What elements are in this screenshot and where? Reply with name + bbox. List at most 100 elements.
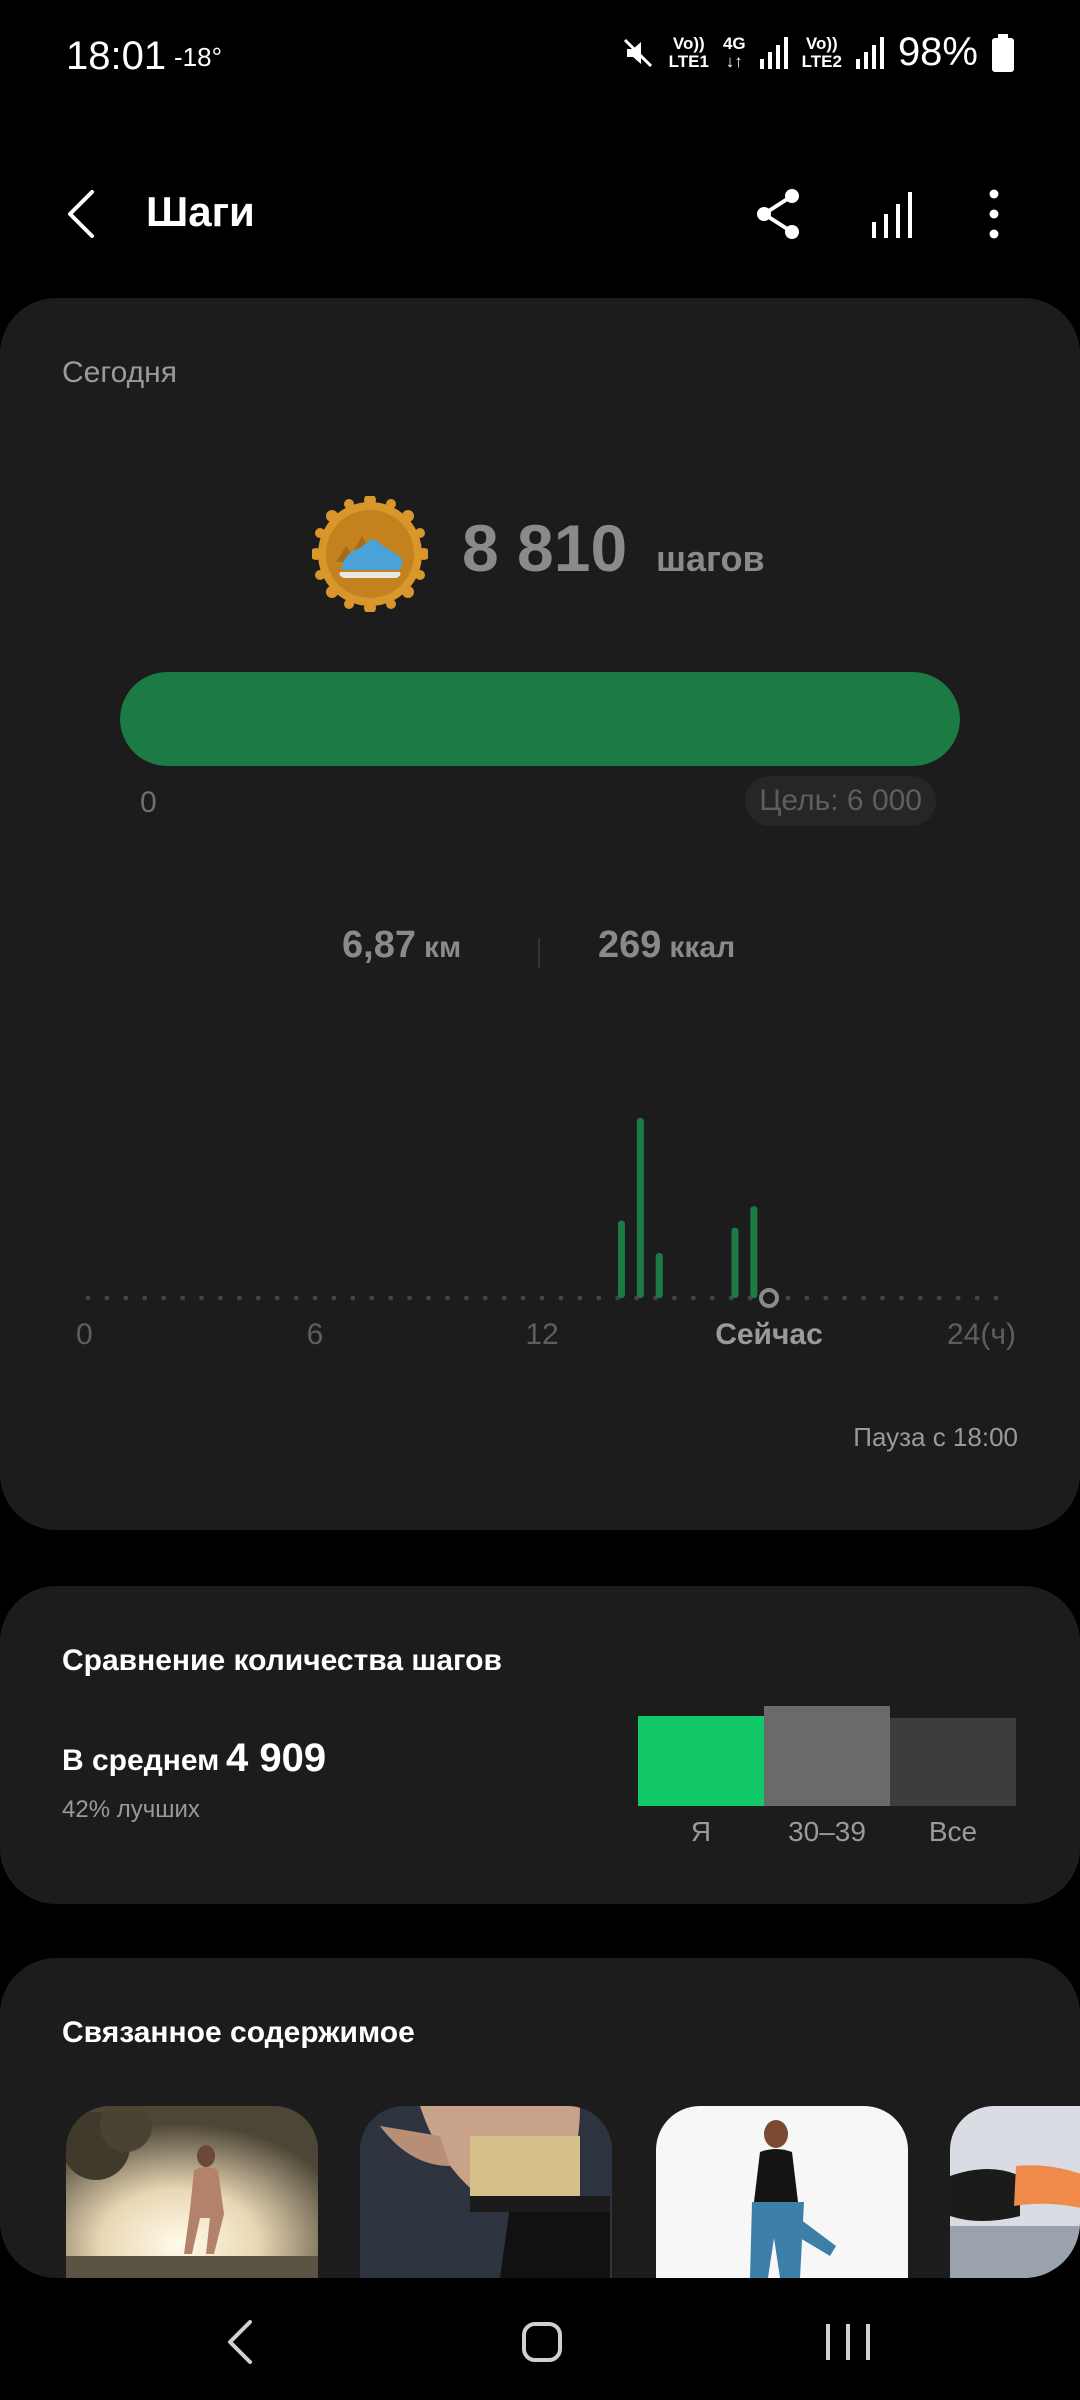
- status-temperature: -18°: [174, 42, 222, 72]
- comparison-bar: [764, 1706, 890, 1806]
- chart-baseline-dot: [218, 1295, 223, 1301]
- steps-today-card[interactable]: Сегодня 8 810 шагов 0 Цель: 6 000 6,87 км…: [0, 298, 1080, 1530]
- steps-count: 8 810: [462, 511, 628, 585]
- hourly-steps-chart[interactable]: 0 6 12 Сейчас 24(ч): [0, 1058, 1080, 1378]
- comparison-bar: [890, 1718, 1016, 1806]
- distance-unit: км: [423, 931, 462, 964]
- comparison-bar-label: Все: [928, 1816, 978, 1847]
- network-type-label: 4G ↓↑: [722, 33, 746, 71]
- chart-baseline-dot: [236, 1295, 242, 1301]
- distance-value: 6,87: [342, 924, 416, 966]
- comparison-bar: [638, 1716, 764, 1806]
- steps-unit: шагов: [656, 538, 765, 579]
- mute-icon: [623, 38, 652, 67]
- more-vertical-icon[interactable]: [962, 182, 1026, 246]
- stats-divider: [538, 938, 540, 968]
- chart-baseline-dot: [880, 1295, 885, 1301]
- app-header: Шаги: [0, 170, 1080, 260]
- progress-min-label: 0: [140, 786, 157, 819]
- steps-comparison-card[interactable]: Сравнение количества шагов В среднем 4 9…: [0, 1586, 1080, 1904]
- goal-label[interactable]: Цель: 6 000: [745, 776, 936, 826]
- chart-tick-label: 24(ч): [947, 1318, 1016, 1351]
- chart-baseline-dot: [293, 1295, 299, 1301]
- chart-baseline-dot: [577, 1295, 583, 1301]
- sneaker-badge-icon: [312, 496, 428, 612]
- average-label: В среднем: [62, 1744, 220, 1777]
- chart-baseline-dot: [350, 1295, 356, 1301]
- back-exercise-photo[interactable]: [360, 2106, 612, 2278]
- chart-baseline-dot: [936, 1295, 942, 1301]
- chart-tick-label: 6: [307, 1318, 324, 1351]
- sim1-label: Vo)) LTE1: [668, 33, 709, 71]
- chart-baseline-dot: [312, 1295, 318, 1301]
- related-title: Связанное содержимое: [62, 2016, 415, 2049]
- steps-progress-fill: [120, 672, 960, 766]
- chart-baseline-dot: [369, 1295, 375, 1301]
- running-photo[interactable]: [66, 2106, 318, 2278]
- chart-bar: [731, 1227, 739, 1298]
- share-icon[interactable]: [748, 182, 812, 246]
- chart-bar: [636, 1118, 644, 1298]
- nav-recents-icon[interactable]: [808, 2302, 888, 2382]
- back-arrow-icon[interactable]: [56, 184, 116, 244]
- plank-photo[interactable]: [950, 2106, 1080, 2278]
- status-bar: 18:01 -18° Vo)) LTE1 4G ↓↑ Vo)) LTE2 98%: [0, 0, 1080, 120]
- calories-value: 269: [598, 924, 662, 966]
- chart-baseline-dot: [180, 1295, 185, 1301]
- status-icons: Vo)) LTE1 4G ↓↑ Vo)) LTE2 98%: [621, 30, 1014, 75]
- chart-baseline-dot: [899, 1295, 904, 1301]
- chart-baseline-dot: [388, 1295, 394, 1301]
- chart-tick-label: 12: [525, 1318, 558, 1351]
- sim2-label: Vo)) LTE2: [801, 33, 842, 71]
- comparison-title: Сравнение количества шагов: [62, 1644, 502, 1677]
- page-title: Шаги: [146, 188, 255, 235]
- chart-baseline-dot: [445, 1295, 450, 1301]
- chart-tick-label: 0: [76, 1318, 93, 1351]
- chart-baseline-dot: [274, 1295, 280, 1301]
- chart-baseline-dot: [255, 1295, 261, 1301]
- chart-baseline-dot: [539, 1295, 545, 1301]
- chart-baseline-dot: [993, 1295, 999, 1301]
- chart-baseline-dot: [161, 1295, 167, 1301]
- chart-baseline-dot: [690, 1295, 696, 1301]
- chart-baseline-dot: [709, 1295, 715, 1301]
- nav-home-icon[interactable]: [502, 2302, 582, 2382]
- signal-icon-1: [759, 36, 788, 69]
- chart-baseline-dot: [501, 1295, 507, 1301]
- chart-baseline-dot: [520, 1295, 526, 1301]
- chart-baseline-dot: [558, 1295, 564, 1301]
- chart-baseline-dot: [331, 1295, 337, 1301]
- comparison-bar-label: 30–39: [788, 1816, 866, 1847]
- today-label: Сегодня: [62, 356, 177, 389]
- battery-percent: 98%: [897, 30, 978, 74]
- stretching-photo[interactable]: [656, 2106, 908, 2278]
- stats-row: 6,87 км 269 ккал: [0, 924, 1080, 984]
- nav-back-icon[interactable]: [202, 2302, 282, 2382]
- chart-now-label: Сейчас: [715, 1318, 823, 1351]
- steps-progress-bar: [120, 672, 960, 766]
- chart-baseline-dot: [199, 1295, 204, 1301]
- calories-stat: 269 ккал: [598, 924, 735, 967]
- chart-bar: [655, 1253, 663, 1298]
- related-content-card: Связанное содержимое: [0, 1958, 1080, 2278]
- chart-baseline-dot: [917, 1295, 923, 1301]
- battery-icon: [992, 33, 1014, 72]
- comparison-bar-label: Я: [690, 1816, 712, 1847]
- chart-baseline-dot: [426, 1295, 431, 1301]
- distance-stat: 6,87 км: [342, 924, 461, 967]
- chart-baseline-dot: [804, 1295, 810, 1301]
- now-marker: [759, 1288, 779, 1308]
- chart-baseline-dot: [482, 1295, 488, 1301]
- signal-icon-2: [855, 36, 884, 69]
- status-time: 18:01: [66, 34, 167, 78]
- chart-baseline-dot: [463, 1295, 469, 1301]
- chart-baseline-dot: [596, 1295, 602, 1301]
- bar-chart-icon[interactable]: [860, 182, 924, 246]
- chart-baseline-dot: [842, 1295, 848, 1301]
- chart-bar: [617, 1220, 625, 1298]
- chart-baseline-dot: [974, 1295, 980, 1301]
- chart-baseline-dot: [85, 1295, 91, 1301]
- chart-baseline-dot: [785, 1295, 791, 1301]
- calories-unit: ккал: [669, 931, 736, 964]
- chart-baseline-dot: [123, 1295, 129, 1301]
